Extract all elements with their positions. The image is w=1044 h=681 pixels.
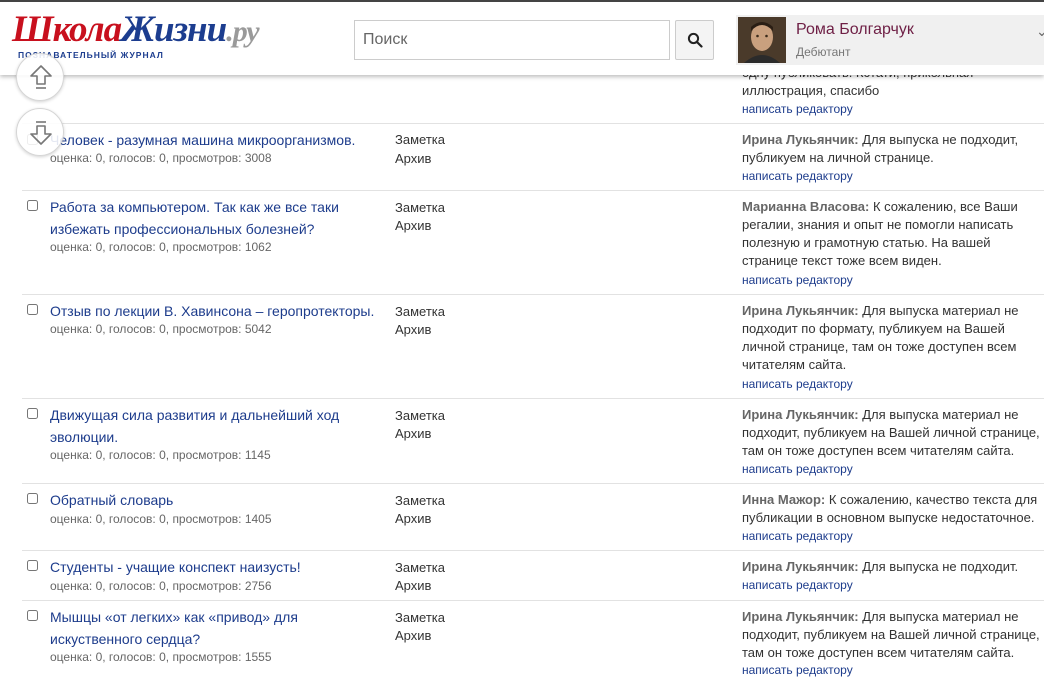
row-checkbox[interactable] bbox=[27, 610, 38, 621]
article-title-link[interactable]: Отзыв по лекции В. Хавинсона – геропроте… bbox=[50, 300, 390, 322]
arrow-up-icon bbox=[30, 65, 52, 89]
article-stats: оценка: 0, голосов: 0, просмотров: 1062 bbox=[50, 240, 272, 254]
comment-text: Для выпуска не подходит. bbox=[858, 559, 1019, 574]
user-rank: Дебютант bbox=[796, 45, 851, 59]
editor-comment: Ирина Лукьянчик: Для выпуска не подходит… bbox=[742, 131, 1042, 167]
article-stats: оценка: 0, голосов: 0, просмотров: 5042 bbox=[50, 322, 272, 336]
logo-word-2: Жизни bbox=[121, 9, 227, 50]
article-stats: оценка: 0, голосов: 0, просмотров: 1145 bbox=[50, 448, 271, 462]
scroll-down-button[interactable] bbox=[16, 108, 64, 156]
comment-author: Ирина Лукьянчик: bbox=[742, 303, 859, 318]
comment-author: Ирина Лукьянчик: bbox=[742, 407, 859, 422]
write-editor-link[interactable]: написать редактору bbox=[742, 578, 853, 592]
table-row: Работа за компьютером. Так как же все та… bbox=[22, 191, 1044, 295]
row-checkbox[interactable] bbox=[27, 200, 38, 211]
article-status: Архив bbox=[395, 426, 432, 441]
site-header: ШколаЖизни.ру ПОЗНАВАТЕЛЬНЫЙ ЖУРНАЛ Рома… bbox=[0, 0, 1044, 75]
editor-comment: Ирина Лукьянчик: Для выпуска материал не… bbox=[742, 608, 1042, 662]
search-input[interactable] bbox=[354, 20, 670, 60]
comment-author: Инна Мажор: bbox=[742, 492, 826, 507]
editor-comment: Ирина Лукьянчик: Для выпуска материал не… bbox=[742, 302, 1042, 374]
article-stats: оценка: 0, голосов: 0, просмотров: 3008 bbox=[50, 151, 272, 165]
article-status: Архив bbox=[395, 628, 432, 643]
article-status: Архив bbox=[395, 511, 432, 526]
row-checkbox[interactable] bbox=[27, 304, 38, 315]
write-editor-link[interactable]: написать редактору bbox=[742, 529, 853, 543]
scroll-up-button[interactable] bbox=[16, 53, 64, 101]
article-type: Заметка bbox=[395, 408, 445, 423]
search-icon bbox=[687, 32, 703, 48]
article-stats: оценка: 0, голосов: 0, просмотров: 2756 bbox=[50, 579, 272, 593]
comment-author: Ирина Лукьянчик: bbox=[742, 559, 859, 574]
row-checkbox[interactable] bbox=[27, 408, 38, 419]
logo-wordmark: ШколаЖизни.ру bbox=[12, 8, 260, 51]
comment-author: Марианна Власова: bbox=[742, 199, 870, 214]
arrow-down-icon bbox=[30, 121, 52, 145]
article-stats: оценка: 0, голосов: 0, просмотров: 1405 bbox=[50, 512, 272, 526]
article-status: Архив bbox=[395, 151, 432, 166]
user-menu[interactable]: Рома Болгарчук Дебютант ⌄ bbox=[736, 15, 1044, 65]
article-type: Заметка bbox=[395, 493, 445, 508]
editor-comment: Ирина Лукьянчик: Для выпуска не подходит… bbox=[742, 558, 1042, 576]
editor-comment: Инна Мажор: К сожалению, качество текста… bbox=[742, 491, 1042, 527]
table-row: Обратный словарь оценка: 0, голосов: 0, … bbox=[22, 484, 1044, 551]
table-row: Движущая сила развития и дальнейший ход … bbox=[22, 399, 1044, 484]
article-stats: оценка: 0, голосов: 0, просмотров: 1555 bbox=[50, 650, 272, 664]
editor-comment: Ирина Лукьянчик: Для выпуска материал не… bbox=[742, 406, 1042, 460]
article-status: Архив bbox=[395, 322, 432, 337]
table-row: Человек - разумная машина микроорганизмо… bbox=[22, 124, 1044, 191]
write-editor-link[interactable]: написать редактору bbox=[742, 462, 853, 476]
article-type: Заметка bbox=[395, 132, 445, 147]
logo-domain: .ру bbox=[226, 15, 259, 48]
write-editor-link[interactable]: написать редактору bbox=[742, 273, 853, 287]
write-editor-link[interactable]: написать редактору bbox=[742, 169, 853, 183]
chevron-down-icon[interactable]: ⌄ bbox=[1036, 23, 1044, 40]
user-name[interactable]: Рома Болгарчук bbox=[796, 21, 914, 39]
editor-comment: Марианна Власова: К сожалению, все Ваши … bbox=[742, 198, 1042, 270]
article-status: Архив bbox=[395, 218, 432, 233]
comment-author: Ирина Лукьянчик: bbox=[742, 132, 859, 147]
comment-author: Ирина Лукьянчик: bbox=[742, 609, 859, 624]
article-type: Заметка bbox=[395, 560, 445, 575]
table-row: Мышцы «от легких» как «привод» для искус… bbox=[22, 601, 1044, 681]
article-type: Заметка bbox=[395, 304, 445, 319]
comment-text: иллюстрация, спасибо bbox=[742, 83, 880, 98]
article-type: Заметка bbox=[395, 610, 445, 625]
row-checkbox[interactable] bbox=[27, 560, 38, 571]
article-title-link[interactable]: Студенты - учащие конспект наизусть! bbox=[50, 556, 390, 578]
article-type: Заметка bbox=[395, 200, 445, 215]
article-title-link[interactable]: Человек - разумная машина микроорганизмо… bbox=[50, 129, 390, 151]
write-editor-link[interactable]: написать редактору bbox=[742, 102, 853, 116]
article-title-link[interactable]: Мышцы «от легких» как «привод» для искус… bbox=[50, 606, 390, 650]
search-button[interactable] bbox=[675, 20, 714, 60]
article-title-link[interactable]: Обратный словарь bbox=[50, 489, 390, 511]
article-title-link[interactable]: Работа за компьютером. Так как же все та… bbox=[50, 196, 390, 240]
table-row: Отзыв по лекции В. Хавинсона – геропроте… bbox=[22, 295, 1044, 399]
write-editor-link[interactable]: написать редактору bbox=[742, 663, 853, 677]
avatar bbox=[738, 17, 786, 63]
logo-word-1: Школа bbox=[12, 9, 122, 50]
article-status: Архив bbox=[395, 578, 432, 593]
table-row: Студенты - учащие конспект наизусть! оце… bbox=[22, 551, 1044, 601]
row-checkbox[interactable] bbox=[27, 493, 38, 504]
write-editor-link[interactable]: написать редактору bbox=[742, 377, 853, 391]
article-title-link[interactable]: Движущая сила развития и дальнейший ход … bbox=[50, 404, 390, 448]
